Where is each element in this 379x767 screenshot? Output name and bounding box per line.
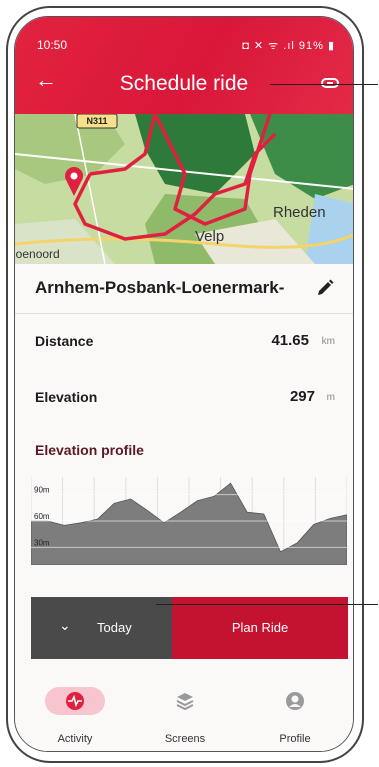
plan-ride-button[interactable]: Plan Ride: [172, 597, 348, 659]
bottom-navigation: Activity Screens Profile: [15, 677, 353, 751]
elevation-label: Elevation: [35, 389, 98, 405]
nav-label-profile: Profile: [279, 733, 311, 745]
distance-value: 41.65: [271, 332, 309, 349]
status-icons: ◘ ✕ ᯤ .ıl 91% ▮: [242, 40, 335, 52]
action-buttons: ⌄ Today Plan Ride: [31, 597, 348, 659]
elevation-value: 297: [289, 388, 315, 405]
nav-label-screens: Screens: [164, 733, 206, 745]
nav-item-profile[interactable]: Profile: [245, 677, 345, 751]
profile-icon: [286, 692, 304, 710]
distance-label: Distance: [35, 333, 94, 349]
link-icon[interactable]: [321, 78, 339, 88]
route-name-row: Arnhem-Posbank-Loenermark-: [15, 264, 353, 314]
phone-screen: 10:50 ◘ ✕ ᯤ .ıl 91% ▮ ← Schedule ride N3…: [14, 16, 354, 752]
elevation-unit: m: [326, 392, 335, 403]
app-header: 10:50 ◘ ✕ ᯤ .ıl 91% ▮ ← Schedule ride: [15, 17, 353, 114]
callout-line-bottom: [156, 604, 378, 605]
status-time: 10:50: [37, 38, 68, 52]
date-label: Today: [97, 620, 132, 635]
nav-item-screens[interactable]: Screens: [135, 677, 235, 751]
route-name: Arnhem-Posbank-Loenermark-: [35, 278, 285, 297]
road-label: N311: [86, 116, 107, 126]
callout-line-top: [270, 84, 378, 85]
town-label-loenoord: loenoord: [15, 247, 60, 261]
date-select-button[interactable]: ⌄ Today: [31, 597, 172, 659]
route-map[interactable]: N311 Rheden Velp loenoord: [15, 114, 353, 264]
elevation-chart: 90m 60m 30m: [31, 477, 347, 565]
nav-label-activity: Activity: [57, 733, 93, 745]
distance-unit: km: [321, 336, 335, 347]
pencil-icon[interactable]: [315, 278, 335, 298]
nav-item-activity[interactable]: Activity: [25, 677, 125, 751]
chart-y-tick-label: 30m: [34, 538, 50, 547]
chart-y-tick-label: 60m: [34, 512, 50, 521]
layers-icon: [176, 693, 194, 711]
elevation-profile-title: Elevation profile: [35, 442, 144, 458]
chart-y-tick-label: 90m: [34, 486, 50, 495]
map-canvas: N311 Rheden Velp loenoord: [15, 114, 353, 264]
town-label-rheden: Rheden: [273, 204, 326, 221]
town-label-velp: Velp: [195, 228, 224, 245]
chevron-down-icon: ⌄: [59, 617, 71, 633]
activity-icon: [66, 692, 84, 710]
